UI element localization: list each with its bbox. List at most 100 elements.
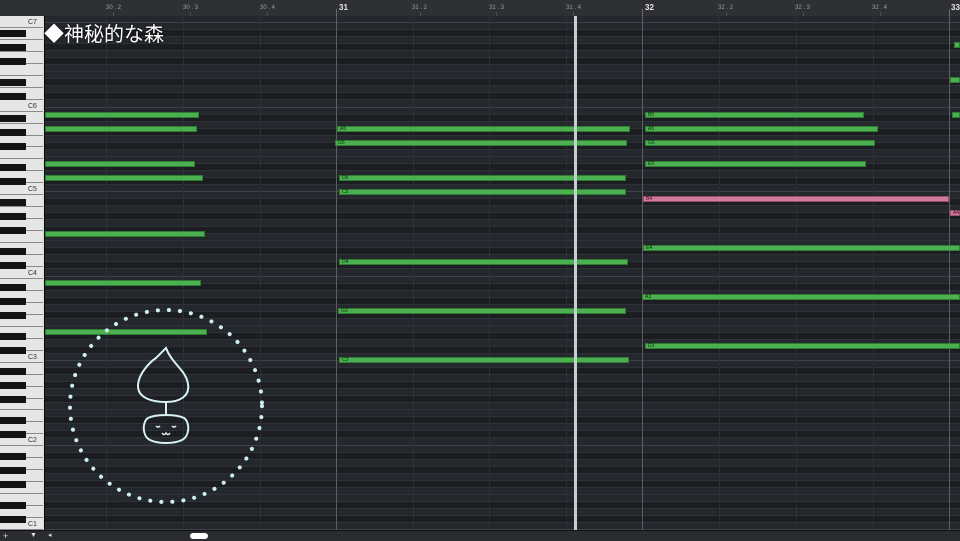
bar-label: 32 xyxy=(645,3,654,12)
midi-note[interactable]: B4 xyxy=(643,196,949,202)
octave-label: C5 xyxy=(28,186,37,194)
black-key[interactable] xyxy=(0,346,26,354)
midi-note[interactable] xyxy=(45,175,203,181)
black-key[interactable] xyxy=(0,515,26,523)
midi-note[interactable]: A5 xyxy=(645,126,878,132)
note-label: D5 xyxy=(342,175,349,181)
midi-note[interactable]: C5 xyxy=(339,189,626,195)
black-key[interactable] xyxy=(0,163,26,171)
octave-label: C7 xyxy=(28,18,37,26)
octave-label: C4 xyxy=(28,269,37,277)
midi-note[interactable] xyxy=(950,77,960,83)
black-key[interactable] xyxy=(0,501,26,509)
black-key[interactable] xyxy=(0,396,26,404)
midi-note[interactable]: D5 xyxy=(339,175,626,181)
beat-label: 31 . 4 xyxy=(566,5,582,11)
black-key[interactable] xyxy=(0,44,26,52)
note-label: C3 xyxy=(342,357,349,363)
black-key[interactable] xyxy=(0,431,26,439)
black-key[interactable] xyxy=(0,480,26,488)
black-key[interactable] xyxy=(0,382,26,390)
black-key[interactable] xyxy=(0,58,26,66)
mascot-watermark xyxy=(68,308,264,504)
black-key[interactable] xyxy=(0,199,26,207)
midi-note[interactable]: A3 xyxy=(642,294,960,300)
black-key[interactable] xyxy=(0,213,26,221)
midi-note[interactable]: G3 xyxy=(338,308,626,314)
midi-note[interactable]: A5 xyxy=(337,126,630,132)
beat-gridline xyxy=(413,16,414,530)
note-label: A5 xyxy=(340,126,347,132)
note-label: G5 xyxy=(338,140,345,146)
beat-label: 31 . 2 xyxy=(412,5,428,11)
black-key[interactable] xyxy=(0,417,26,425)
black-key[interactable] xyxy=(0,79,26,87)
face-mouth xyxy=(161,431,171,436)
beat-label: 32 . 3 xyxy=(795,5,811,11)
face-eyes xyxy=(155,425,177,428)
bottom-toolbar: + ▼ ◂ xyxy=(0,530,960,541)
beat-gridline xyxy=(796,16,797,530)
beat-label: 30 . 2 xyxy=(106,5,122,11)
midi-note[interactable]: C3 xyxy=(339,357,629,363)
midi-note[interactable] xyxy=(45,112,199,118)
bar-label: 31 xyxy=(339,3,348,12)
black-key[interactable] xyxy=(0,311,26,319)
flame-icon xyxy=(136,346,190,404)
note-label: B5 xyxy=(648,112,655,118)
black-key[interactable] xyxy=(0,332,26,340)
piano-keyboard[interactable]: C7 C6 C5 C4 C3 C2 C1 xyxy=(0,16,45,530)
midi-note[interactable] xyxy=(45,231,205,237)
bar-gridline xyxy=(642,16,643,530)
note-label: D3 xyxy=(648,343,655,349)
midi-note[interactable]: G5 xyxy=(645,140,875,146)
white-key[interactable] xyxy=(0,63,43,76)
black-key[interactable] xyxy=(0,177,26,185)
beat-label: 30 . 4 xyxy=(260,5,276,11)
beat-label: 32 . 2 xyxy=(718,5,734,11)
black-key[interactable] xyxy=(0,227,26,235)
beat-gridline xyxy=(489,16,490,530)
midi-note[interactable]: A4 xyxy=(950,210,960,216)
note-label: A3 xyxy=(645,294,652,300)
midi-note[interactable]: D4 xyxy=(339,259,628,265)
black-key[interactable] xyxy=(0,30,26,38)
midi-note[interactable]: D3 xyxy=(645,343,960,349)
midi-note[interactable]: B5 xyxy=(645,112,864,118)
note-label: B4 xyxy=(646,196,653,202)
timeline-ruler[interactable]: 30 . 2 30 . 3 30 . 4 31 31 . 2 31 . 3 31… xyxy=(0,0,960,17)
black-key[interactable] xyxy=(0,248,26,256)
black-key[interactable] xyxy=(0,283,26,291)
octave-label: C3 xyxy=(28,353,37,361)
black-key[interactable] xyxy=(0,452,26,460)
bar-tick xyxy=(336,9,337,16)
bar-label: 33 xyxy=(951,3,960,12)
black-key[interactable] xyxy=(0,142,26,150)
note-label: E4 xyxy=(646,245,653,251)
midi-note[interactable]: G5 xyxy=(335,140,627,146)
midi-note[interactable] xyxy=(45,126,197,132)
black-key[interactable] xyxy=(0,368,26,376)
note-label: A5 xyxy=(648,126,655,132)
beat-label: 32 . 4 xyxy=(872,5,888,11)
playhead-cursor[interactable] xyxy=(574,16,577,530)
midi-note[interactable] xyxy=(952,112,960,118)
midi-note[interactable]: E4 xyxy=(643,245,960,251)
note-label: E5 xyxy=(648,161,655,167)
midi-note[interactable]: E5 xyxy=(645,161,866,167)
black-key[interactable] xyxy=(0,466,26,474)
midi-note[interactable] xyxy=(45,280,201,286)
beat-gridline xyxy=(873,16,874,530)
black-key[interactable] xyxy=(0,93,26,101)
black-key[interactable] xyxy=(0,128,26,136)
note-label: C5 xyxy=(342,189,349,195)
black-key[interactable] xyxy=(0,114,26,122)
octave-label: C6 xyxy=(28,102,37,110)
bar-gridline xyxy=(336,16,337,530)
black-key[interactable] xyxy=(0,297,26,305)
midi-note[interactable] xyxy=(45,161,195,167)
midi-note[interactable] xyxy=(954,42,960,48)
horizontal-scrollbar-thumb[interactable] xyxy=(190,533,208,539)
note-label: G3 xyxy=(341,308,348,314)
black-key[interactable] xyxy=(0,262,26,270)
